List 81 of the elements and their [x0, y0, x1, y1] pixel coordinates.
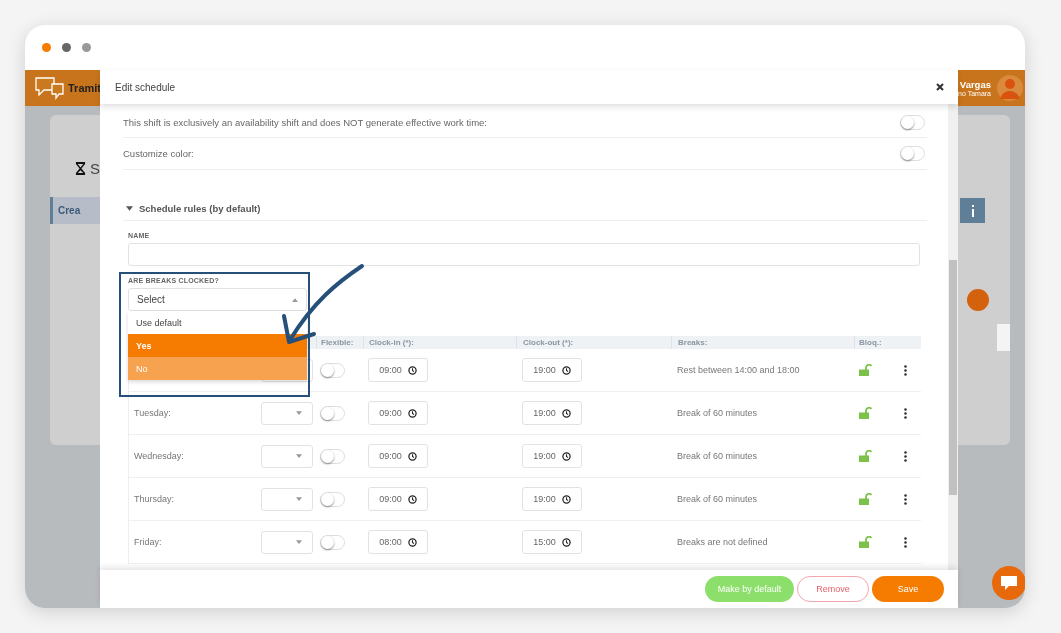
toggle-switch[interactable]: [320, 448, 345, 464]
clock-icon: [407, 494, 417, 504]
breaks-text: Rest between 14:00 and 18:00: [677, 365, 800, 375]
info-icon: [970, 204, 975, 217]
time-field[interactable]: 15:00: [522, 530, 582, 554]
chat-icon: [1001, 576, 1017, 590]
more-icon[interactable]: [903, 450, 907, 462]
unlocked-icon[interactable]: [858, 364, 872, 376]
toggle-switch[interactable]: [320, 362, 345, 378]
breaks-text: Break of 60 minutes: [677, 494, 758, 504]
window-dot[interactable]: [42, 43, 51, 52]
unlocked-icon[interactable]: [858, 407, 872, 419]
status-dot: [967, 289, 989, 311]
unlocked-icon[interactable]: [858, 493, 872, 505]
avatar-icon[interactable]: [997, 75, 1023, 101]
section-header[interactable]: Schedule rules (by default): [123, 197, 927, 221]
clock-icon: [561, 537, 571, 547]
page-title: S: [90, 160, 100, 177]
section-title: Schedule rules (by default): [139, 203, 261, 214]
column-header: Clock-out (*):: [516, 336, 671, 349]
chat-bubbles-icon: [35, 76, 65, 100]
time-field[interactable]: 09:00: [368, 487, 428, 511]
day-label: Friday:: [134, 537, 162, 547]
more-icon[interactable]: [903, 493, 907, 505]
dropdown-option[interactable]: Use default: [128, 311, 307, 334]
setting-label: Customize color:: [123, 148, 194, 159]
time-field[interactable]: 19:00: [522, 444, 582, 468]
close-icon[interactable]: [936, 83, 944, 91]
clock-icon: [407, 408, 417, 418]
window-dot[interactable]: [62, 43, 71, 52]
more-icon[interactable]: [903, 364, 907, 376]
dialog-title: Edit schedule: [115, 81, 176, 93]
column-header: Flexible:: [316, 336, 363, 349]
scroll-handle[interactable]: [997, 324, 1010, 351]
clock-icon: [407, 537, 417, 547]
caret-icon: [296, 540, 302, 544]
time-field[interactable]: 09:00: [368, 358, 428, 382]
time-field[interactable]: 08:00: [368, 530, 428, 554]
column-header: Breaks:: [671, 336, 854, 349]
time-field[interactable]: 19:00: [522, 401, 582, 425]
breaks-text: Break of 60 minutes: [677, 408, 758, 418]
clock-icon: [561, 451, 571, 461]
day-label: Wednesday:: [134, 451, 184, 461]
time-field[interactable]: 19:00: [522, 487, 582, 511]
clock-icon: [561, 494, 571, 504]
breaks-text: Break of 60 minutes: [677, 451, 758, 461]
toggle-switch[interactable]: [320, 405, 345, 421]
column-header: Bloq.:: [854, 336, 889, 349]
caret-icon: [296, 497, 302, 501]
toggle-switch[interactable]: [320, 491, 345, 507]
clock-icon: [407, 451, 417, 461]
setting-label: This shift is exclusively an availability shift and does NOT generate effective work time:: [123, 117, 487, 128]
select-field[interactable]: Select: [128, 288, 307, 311]
time-field[interactable]: 09:00: [368, 401, 428, 425]
info-button[interactable]: [960, 198, 985, 223]
hourglass-icon: [75, 161, 86, 176]
more-icon[interactable]: [903, 407, 907, 419]
day-label: Tuesday:: [134, 408, 171, 418]
clock-icon: [561, 408, 571, 418]
time-field[interactable]: 09:00: [368, 444, 428, 468]
column-header: Clock-in (*):: [363, 336, 516, 349]
scrollbar[interactable]: [948, 104, 958, 570]
window-dot[interactable]: [82, 43, 91, 52]
user-name: Vargas: [959, 79, 991, 90]
caret-icon: [296, 454, 302, 458]
unlocked-icon[interactable]: [858, 450, 872, 462]
breaks-text: Breaks are not defined: [677, 537, 768, 547]
more-icon[interactable]: [903, 536, 907, 548]
toggle-switch[interactable]: [900, 115, 925, 130]
caret-icon: [296, 411, 302, 415]
unlocked-icon[interactable]: [858, 536, 872, 548]
toggle-switch[interactable]: [320, 534, 345, 550]
chat-button[interactable]: [992, 566, 1025, 600]
brand-name: Tramit: [68, 82, 101, 94]
dialog-button[interactable]: Remove: [797, 576, 869, 602]
day-label: Thursday:: [134, 494, 175, 504]
time-field[interactable]: 19:00: [522, 358, 582, 382]
name-field[interactable]: [128, 243, 920, 266]
toggle-switch[interactable]: [900, 146, 925, 161]
clock-icon: [407, 365, 417, 375]
clock-icon: [561, 365, 571, 375]
